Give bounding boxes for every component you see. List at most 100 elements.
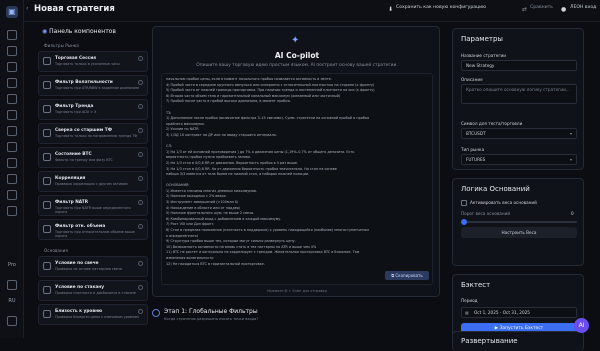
- rail-label-lang[interactable]: RU: [3, 298, 21, 304]
- info-icon[interactable]: [138, 224, 143, 229]
- card-desc: Торговать только в указанные часы: [55, 62, 120, 66]
- desc-label: Описание: [461, 77, 483, 82]
- card-title: Близость к уровню: [55, 309, 103, 314]
- info-icon[interactable]: [138, 309, 143, 314]
- grid-icon[interactable]: [7, 46, 17, 56]
- chevron-down-icon: ▾: [569, 157, 572, 162]
- back-arrow-icon[interactable]: ‹: [26, 5, 28, 12]
- info-icon[interactable]: [138, 104, 143, 109]
- save-icon: ⬇: [388, 6, 394, 13]
- wave-icon: [43, 81, 51, 89]
- card-title: Условие по стакану: [55, 285, 105, 290]
- card-desc: Торговать при ADX > X: [55, 110, 97, 114]
- component-card-trend[interactable]: Фильтр Тренда Торговать при ADX > X: [38, 99, 148, 120]
- component-card-candle[interactable]: Условие по свече Проверка на основе патте…: [38, 256, 148, 277]
- strategy-icon[interactable]: [7, 94, 17, 104]
- card-title: Фильтр Тренда: [55, 104, 94, 109]
- card-desc: Торговать только по направлению тренда Т…: [55, 134, 138, 138]
- info-icon[interactable]: [138, 176, 143, 181]
- setup-weights-button[interactable]: Настроить Веса: [461, 227, 577, 238]
- component-card-volatility[interactable]: Фильтр Волатильности Торговать при ATR/BB…: [38, 75, 148, 96]
- card-title: Условие по свече: [55, 261, 99, 266]
- strategy-desc-textarea[interactable]: Кратко опишите основную логику стратегии…: [461, 84, 577, 104]
- copilot-prompt-textarea[interactable]: начальном пробое цены, если в момент нач…: [161, 73, 433, 285]
- card-desc: Проверка плотности и дисбаланса в стакан…: [55, 291, 136, 295]
- layers-icon: [43, 129, 51, 137]
- period-label: Период: [461, 298, 478, 303]
- theme-icon[interactable]: [7, 280, 17, 290]
- section-conditions-label: Основания: [44, 248, 68, 253]
- weights-checkbox[interactable]: [461, 200, 467, 206]
- info-icon[interactable]: [138, 128, 143, 133]
- chevron-down-icon: ▾: [569, 131, 572, 136]
- trend-icon: [43, 105, 51, 113]
- component-card-level[interactable]: Близость к уровню Проверка близости цены …: [38, 304, 148, 325]
- component-card-correlation[interactable]: Корреляция Проверка корреляции с другим а…: [38, 171, 148, 192]
- component-card-natr[interactable]: Фильтр NATR Торговать при NATR выше опред…: [38, 195, 148, 216]
- components-header-label: Панель компонентов: [49, 28, 116, 35]
- magic-wand-icon: ✦: [291, 35, 300, 46]
- wallet-icon[interactable]: [7, 126, 17, 136]
- save-as-new-button[interactable]: Сохранить как новую конфигурацию: [396, 5, 486, 10]
- threshold-value: 0: [571, 211, 574, 216]
- globe-icon: [152, 309, 160, 317]
- rail-label-pro[interactable]: Pro: [3, 262, 21, 268]
- target-icon: [43, 310, 51, 318]
- name-label: Название стратегии: [461, 53, 506, 58]
- component-card-rel-volume[interactable]: Фильтр отн. объема Торговать при относите…: [38, 219, 148, 240]
- compare-button[interactable]: Сравнить: [530, 5, 553, 10]
- card-title: Фильтр отн. объема: [55, 224, 106, 229]
- info-icon[interactable]: [138, 80, 143, 85]
- link-icon: [43, 177, 51, 185]
- app-logo-icon[interactable]: ▣: [6, 6, 18, 18]
- home-icon[interactable]: [7, 30, 17, 40]
- copy-button[interactable]: ⧉ Скопировать: [385, 271, 429, 280]
- user-menu[interactable]: ЛЕОН вход: [570, 5, 596, 10]
- ticker-label: Символ для теста/торговли: [461, 121, 523, 126]
- book-icon[interactable]: [7, 158, 17, 168]
- period-picker[interactable]: ▦ Oct 1, 2025 - Oct 31, 2025: [461, 307, 577, 318]
- prompt-line: 12) Не находиться BTC в горизонтальной п…: [166, 261, 265, 266]
- chart-icon[interactable]: [7, 78, 17, 88]
- card-title: Сверка со старшим ТФ: [55, 128, 112, 133]
- book-icon: [43, 286, 51, 294]
- card-desc: Торговать при NATR выше определенного по…: [55, 206, 131, 214]
- left-rail: ▣ Pro RU: [0, 0, 24, 338]
- component-card-btc-state[interactable]: Состояние BTC Фильтр по тренду или фазу B…: [38, 147, 148, 168]
- slider-thumb[interactable]: [461, 219, 467, 225]
- backtest-title: Бэктест: [461, 281, 491, 289]
- card-desc: Проверка корреляции с другим активом: [55, 182, 128, 186]
- component-card-session[interactable]: Торговая Сессия Торговать только в указан…: [38, 51, 148, 72]
- strategy-name-input[interactable]: New Strategy: [461, 60, 577, 71]
- gear-icon[interactable]: [7, 62, 17, 72]
- market-type-select[interactable]: FUTURES ▾: [461, 154, 577, 165]
- main-area: ✦ AI Co-pilot Опишите вашу торговую идею…: [152, 26, 442, 321]
- threshold-slider[interactable]: [461, 219, 577, 225]
- bell-icon[interactable]: [7, 142, 17, 152]
- copilot-hint: Нажмите Ф + Enter для отправки: [266, 289, 328, 293]
- card-desc: Торговать при относительном объеме выше …: [55, 230, 135, 238]
- logout-icon[interactable]: [7, 316, 17, 326]
- deploy-panel: Развертывание: [452, 331, 584, 351]
- card-desc: Проверка на основе паттернов свечи: [55, 267, 122, 271]
- component-card-orderbook[interactable]: Условие по стакану Проверка плотности и д…: [38, 280, 148, 301]
- help-icon[interactable]: [7, 206, 17, 216]
- right-sidebar: Параметры Название стратегии New Strateg…: [452, 26, 590, 351]
- info-icon[interactable]: [138, 152, 143, 157]
- section-filters-label: Фильтры Рынка: [44, 43, 79, 48]
- layers-icon[interactable]: [7, 110, 17, 120]
- period-value: Oct 1, 2025 - Oct 31, 2025: [474, 310, 530, 315]
- ticker-input[interactable]: BTCUSDT ▾: [461, 128, 577, 139]
- info-icon[interactable]: [138, 261, 143, 266]
- card-title: Фильтр NATR: [55, 200, 89, 205]
- info-icon[interactable]: [138, 285, 143, 290]
- components-panel: ◉ Панель компонентов Фильтры Рынка Торго…: [36, 26, 150, 338]
- stage-desc: Когда стратегии разрешено искать точки в…: [164, 317, 259, 321]
- ai-assistant-fab[interactable]: AI: [574, 318, 589, 333]
- users-icon[interactable]: [7, 190, 17, 200]
- info-icon[interactable]: [138, 200, 143, 205]
- component-card-higher-tf[interactable]: Сверка со старшим ТФ Торговать только по …: [38, 123, 148, 144]
- info-icon[interactable]: [138, 56, 143, 61]
- list-icon[interactable]: [7, 174, 17, 184]
- deploy-title: Развертывание: [461, 337, 518, 345]
